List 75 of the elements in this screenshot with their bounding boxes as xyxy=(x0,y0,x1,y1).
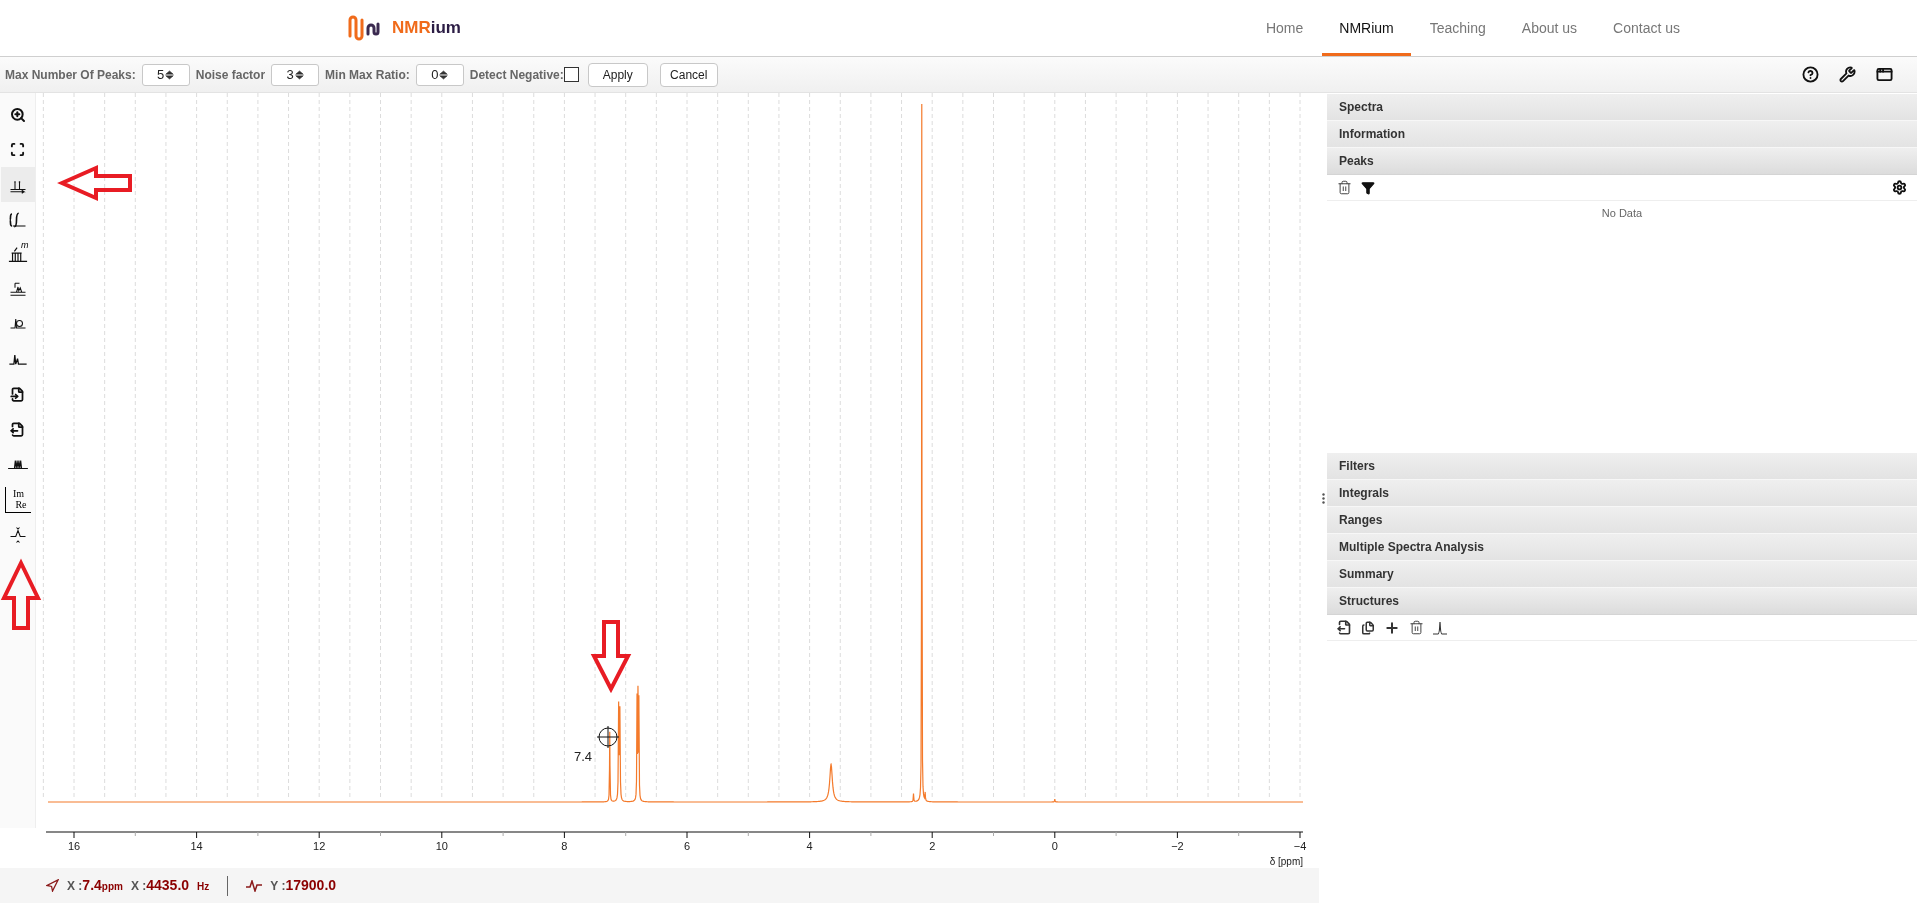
number-field[interactable]: 3 xyxy=(271,63,320,86)
resize-handle-icon[interactable] xyxy=(1321,492,1325,504)
panel-header[interactable]: Integrals xyxy=(1327,480,1917,507)
status-reading: X :4435.0 Hz xyxy=(130,876,210,895)
panel-header[interactable]: Information xyxy=(1327,121,1917,148)
nav-link[interactable]: About us xyxy=(1504,0,1595,56)
logo[interactable]: NMRium xyxy=(348,0,461,56)
axis-title: δ [ppm] xyxy=(1269,856,1303,867)
axis-tick-label: 8 xyxy=(561,840,568,852)
nav-link[interactable]: Contact us xyxy=(1596,0,1697,56)
trash-icon[interactable] xyxy=(1409,620,1424,635)
axis-tick-label: −2 xyxy=(1171,840,1184,852)
axis-tick-label: 4 xyxy=(806,840,813,852)
panel-header[interactable]: Summary xyxy=(1327,561,1917,588)
spectrum-icon xyxy=(8,354,27,365)
axis-tick-label: 6 xyxy=(683,840,691,852)
cursor-value-label: 7.4 xyxy=(573,749,592,764)
copy-icon[interactable] xyxy=(1361,620,1375,635)
axis-tick-label: 14 xyxy=(190,840,203,852)
nav-link[interactable]: Home xyxy=(1248,0,1321,56)
toolbar-button[interactable]: Cancel xyxy=(659,62,718,87)
cursor-arrow-icon xyxy=(46,879,59,892)
spinner-icon xyxy=(439,69,449,80)
panel-header[interactable]: Filters xyxy=(1327,453,1917,480)
panel-header[interactable]: Peaks xyxy=(1327,148,1917,175)
wrench-icon[interactable] xyxy=(1839,66,1856,83)
axis-tick-label: 12 xyxy=(313,840,326,852)
filter-icon[interactable] xyxy=(1361,180,1375,195)
trash-icon[interactable] xyxy=(1337,180,1352,195)
field-value: 3 xyxy=(286,65,294,84)
tool-button[interactable] xyxy=(0,167,35,202)
spinner-icon xyxy=(165,69,175,80)
tool-button[interactable]: m xyxy=(0,237,35,272)
toolbar-button[interactable]: Apply xyxy=(587,62,648,87)
field-label: Max Number Of Peaks: xyxy=(5,66,136,84)
crosshair-cursor xyxy=(596,725,620,749)
field-label: Detect Negative: xyxy=(469,66,564,84)
pulse-icon xyxy=(246,879,263,892)
field-value: 0 xyxy=(431,65,439,84)
file-import-icon xyxy=(10,387,25,402)
panel-header[interactable]: Structures xyxy=(1327,588,1917,615)
up-arrow-annotation xyxy=(0,558,42,630)
add-icon[interactable] xyxy=(1384,619,1400,636)
help-icon[interactable] xyxy=(1802,66,1819,83)
file-export-icon xyxy=(10,422,25,437)
detect-negative-checkbox[interactable] xyxy=(563,67,579,82)
fit-corners-icon xyxy=(10,142,25,157)
field-label: Min Max Ratio: xyxy=(325,66,410,84)
axis-tick-label: 10 xyxy=(435,840,448,852)
axis-tick-label: 16 xyxy=(67,840,81,852)
file-export-icon[interactable] xyxy=(1337,620,1352,635)
baseline-icon xyxy=(8,280,27,299)
logo-text: NMRium xyxy=(392,17,461,40)
nav-link[interactable]: Teaching xyxy=(1412,0,1503,56)
panel-header[interactable]: Multiple Spectra Analysis xyxy=(1327,534,1917,561)
status-reading: X :7.4ppm xyxy=(67,876,123,895)
status-reading: Y :17900.0 xyxy=(270,876,337,895)
window-icon[interactable] xyxy=(1876,66,1893,83)
settings-icon[interactable] xyxy=(1892,180,1907,195)
panel-header[interactable]: Spectra xyxy=(1327,94,1917,121)
multiple-peaks-icon xyxy=(7,460,28,469)
field-value: 5 xyxy=(157,65,165,84)
integral-icon xyxy=(8,210,27,229)
zoom-in-icon xyxy=(9,106,26,123)
panel-header[interactable]: Ranges xyxy=(1327,507,1917,534)
flip-peaks-icon xyxy=(8,525,27,544)
field-label: Noise factor xyxy=(195,66,266,84)
axis-tick-label: 2 xyxy=(929,840,936,852)
axis-tick-label: −4 xyxy=(1293,840,1307,852)
empty-message: No Data xyxy=(1601,206,1643,221)
number-field[interactable]: 0 xyxy=(415,63,464,86)
peak-icon[interactable] xyxy=(1433,620,1447,635)
axis-tick-label: 0 xyxy=(1051,840,1058,852)
spinner-icon xyxy=(294,69,304,80)
number-field[interactable]: 5 xyxy=(141,63,190,86)
